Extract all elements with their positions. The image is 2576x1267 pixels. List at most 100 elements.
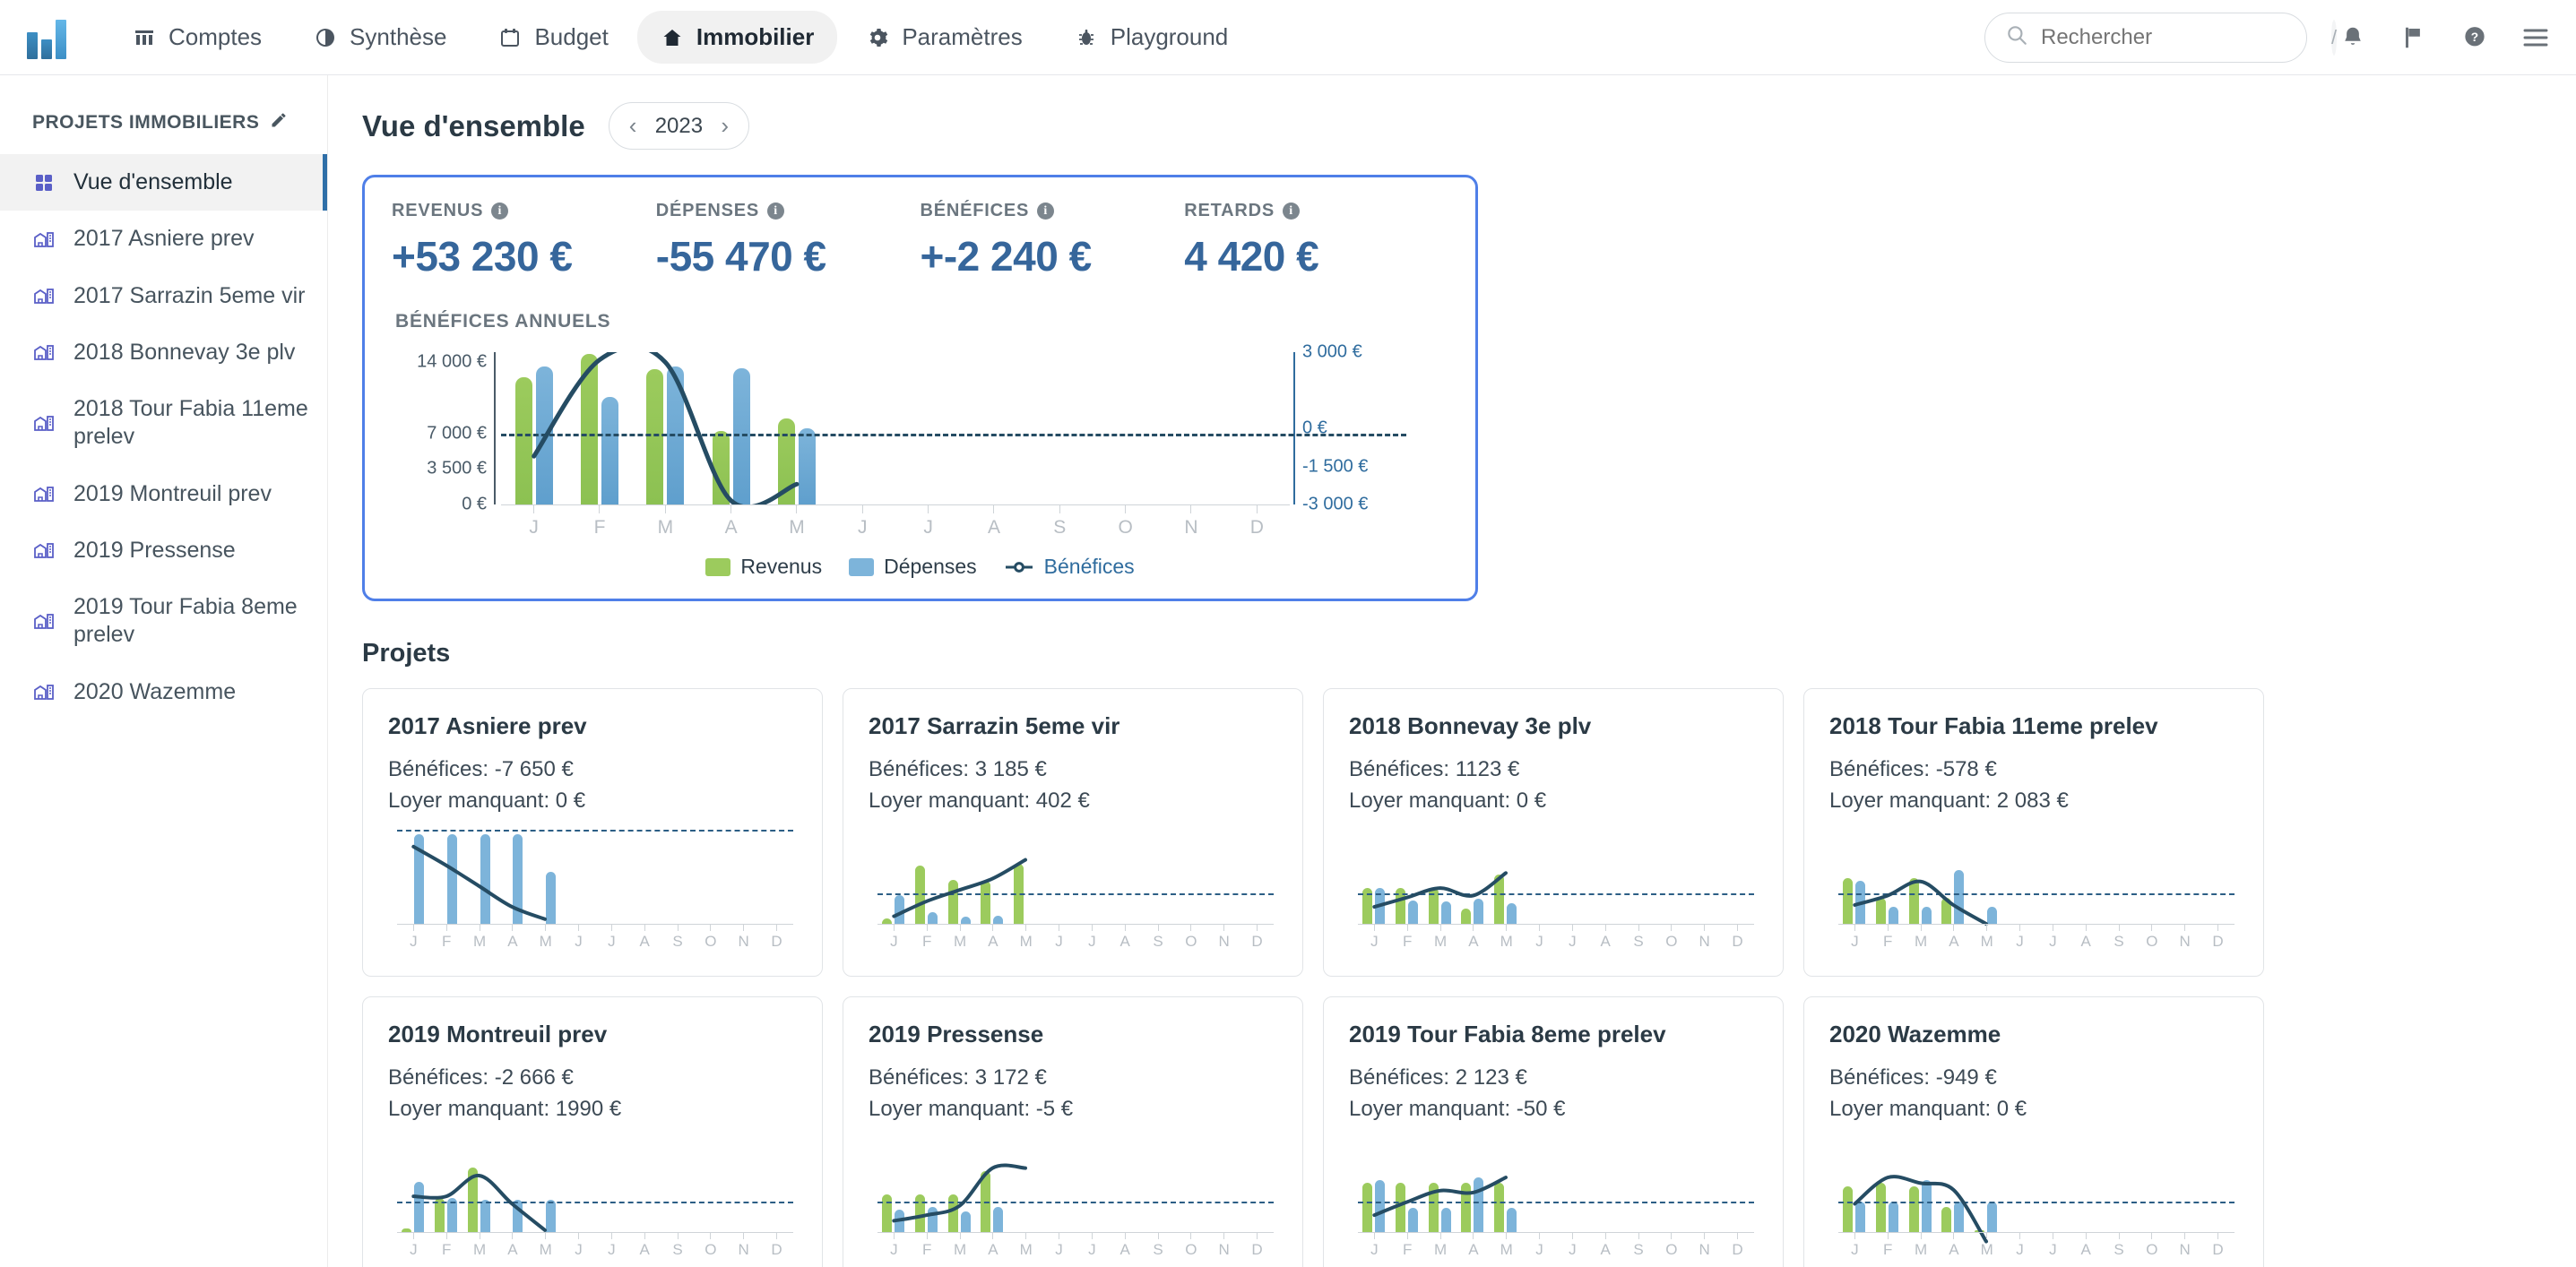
- axis-tick-label: 7 000 €: [427, 423, 487, 444]
- sidebar-item-2019-tour-fabia-8eme-prelev[interactable]: 2019 Tour Fabia 8eme prelev: [0, 579, 327, 664]
- mini-x-tick: M: [463, 925, 497, 951]
- project-loyer-manquant: Loyer manquant: -5 €: [869, 1094, 1277, 1125]
- bell-icon[interactable]: [2338, 22, 2368, 53]
- sidebar-item-2019-pressense[interactable]: 2019 Pressense: [0, 522, 327, 579]
- mini-x-tick: J: [877, 1233, 911, 1259]
- project-card[interactable]: 2019 Tour Fabia 8eme prelev Bénéfices: 2 …: [1323, 996, 1784, 1267]
- kpi-label-text: DÉPENSES: [656, 201, 759, 221]
- sidebar-item-label: 2019 Pressense: [73, 537, 236, 565]
- mini-x-tick: J: [1358, 925, 1391, 951]
- search-box[interactable]: /: [1984, 13, 2307, 63]
- project-card[interactable]: 2017 Sarrazin 5eme virBénéfices: 3 185 €…: [843, 688, 1303, 977]
- mini-x-tick: J: [1523, 1233, 1556, 1259]
- mini-x-tick: F: [1391, 1233, 1424, 1259]
- projects-section-title: Projets: [362, 639, 2537, 668]
- mini-x-axis: JFMAMJJASOND: [1838, 924, 2235, 951]
- project-card[interactable]: 2019 PressenseBénéfices: 3 172 €Loyer ma…: [843, 996, 1303, 1267]
- project-card-title: 2019 Tour Fabia 8eme prelev: [1349, 1021, 1758, 1048]
- project-mini-chart: JFMAMJJASOND: [1829, 830, 2238, 946]
- app-logo[interactable]: [27, 16, 75, 59]
- project-card[interactable]: 2018 Tour Fabia 11eme prelevBénéfices: -…: [1803, 688, 2264, 977]
- mini-x-axis: JFMAMJJASOND: [397, 924, 793, 951]
- sidebar-item-2017-asniere-prev[interactable]: 2017 Asniere prev: [0, 211, 327, 267]
- legend-item-depenses[interactable]: Dépenses: [849, 555, 977, 579]
- sidebar-item-2019-montreuil-prev[interactable]: 2019 Montreuil prev: [0, 466, 327, 522]
- year-selector[interactable]: ‹ 2023 ›: [609, 102, 749, 150]
- sidebar-item-2018-bonnevay-3e-plv[interactable]: 2018 Bonnevay 3e plv: [0, 324, 327, 381]
- info-icon[interactable]: i: [491, 203, 508, 220]
- project-card-title: 2018 Tour Fabia 11eme prelev: [1829, 712, 2238, 740]
- nav-item-playground[interactable]: Playground: [1051, 11, 1252, 64]
- mini-x-tick: M: [529, 925, 562, 951]
- help-icon[interactable]: ?: [2459, 22, 2490, 53]
- mini-x-tick: N: [1207, 1233, 1240, 1259]
- chevron-left-icon[interactable]: ‹: [629, 112, 637, 140]
- project-card-title: 2019 Pressense: [869, 1021, 1277, 1048]
- mini-x-tick: A: [1589, 925, 1622, 951]
- project-card[interactable]: 2017 Asniere prevBénéfices: -7 650 €Loye…: [362, 688, 823, 977]
- project-mini-chart: JFMAMJJASOND: [869, 830, 1277, 946]
- hamburger-menu-icon[interactable]: [2520, 22, 2551, 53]
- flag-icon[interactable]: [2399, 22, 2429, 53]
- x-axis-tick: J: [895, 505, 961, 539]
- legend-item-revenus[interactable]: Revenus: [705, 555, 822, 579]
- mini-plot-area: [1838, 830, 2235, 924]
- summary-panel[interactable]: REVENUS i +53 230 € DÉPENSES i -55 470 €…: [362, 175, 1478, 601]
- kpi-value: +53 230 €: [392, 232, 656, 280]
- mini-x-tick: N: [1688, 1233, 1721, 1259]
- kpi-retards: RETARDS i 4 420 €: [1184, 201, 1448, 280]
- kpi-label-text: RETARDS: [1184, 201, 1275, 221]
- nav-item-synthese[interactable]: Synthèse: [290, 11, 470, 64]
- mini-x-tick: O: [1655, 1233, 1688, 1259]
- info-icon[interactable]: i: [1037, 203, 1054, 220]
- mini-x-tick: D: [1721, 925, 1754, 951]
- chart-x-axis: JFMAMJJASOND: [501, 504, 1290, 539]
- mini-plot-area: [1358, 830, 1754, 924]
- x-axis-tick: M: [764, 505, 829, 539]
- mini-x-tick: A: [1937, 925, 1970, 951]
- sidebar-item-2017-sarrazin-5eme-vir[interactable]: 2017 Sarrazin 5eme vir: [0, 268, 327, 324]
- nav-item-immobilier[interactable]: Immobilier: [637, 11, 837, 64]
- project-card-title: 2017 Asniere prev: [388, 712, 797, 740]
- project-benefices: Bénéfices: -949 €: [1829, 1063, 2238, 1094]
- legend-item-benefices[interactable]: Bénéfices: [1004, 555, 1135, 579]
- mini-x-tick: J: [1042, 925, 1076, 951]
- nav-item-comptes[interactable]: Comptes: [109, 11, 285, 64]
- sidebar-item-label: Vue d'ensemble: [73, 168, 233, 196]
- line-marker-icon: [1004, 555, 1034, 579]
- mini-x-tick: A: [976, 1233, 1009, 1259]
- project-card[interactable]: 2020 WazemmeBénéfices: -949 €Loyer manqu…: [1803, 996, 2264, 1267]
- search-input[interactable]: [2041, 25, 2319, 50]
- sidebar-item-vue-densemble[interactable]: Vue d'ensemble: [0, 154, 327, 211]
- sidebar-item-2018-tour-fabia-11eme-prelev[interactable]: 2018 Tour Fabia 11eme prelev: [0, 381, 327, 466]
- info-icon[interactable]: i: [767, 203, 784, 220]
- mini-x-tick: A: [628, 1233, 661, 1259]
- project-card-title: 2017 Sarrazin 5eme vir: [869, 712, 1277, 740]
- sidebar-item-2020-wazemme[interactable]: 2020 Wazemme: [0, 664, 327, 720]
- nav-item-parametres[interactable]: Paramètres: [843, 11, 1045, 64]
- mini-plot-area: [397, 830, 793, 924]
- main-nav-items: Comptes Synthèse Budget Immobilier Param…: [109, 11, 1251, 64]
- mini-x-tick: A: [1109, 1233, 1142, 1259]
- chevron-right-icon[interactable]: ›: [721, 112, 729, 140]
- mini-x-tick: S: [2103, 925, 2136, 951]
- building-icon: [30, 226, 57, 253]
- project-card[interactable]: 2019 Montreuil prevBénéfices: -2 666 €Lo…: [362, 996, 823, 1267]
- nav-item-budget[interactable]: Budget: [475, 11, 631, 64]
- pencil-icon[interactable]: [270, 111, 288, 134]
- project-benefices: Bénéfices: 2 123 €: [1349, 1063, 1758, 1094]
- mini-x-tick: J: [595, 925, 628, 951]
- gear-icon: [866, 26, 889, 49]
- info-icon[interactable]: i: [1283, 203, 1300, 220]
- mini-x-tick: A: [2070, 925, 2103, 951]
- mini-x-tick: M: [1490, 925, 1523, 951]
- mini-plot-area: [1838, 1138, 2235, 1232]
- project-card[interactable]: 2018 Bonnevay 3e plvBénéfices: 1123 €Loy…: [1323, 688, 1784, 977]
- mini-x-tick: D: [1240, 925, 1274, 951]
- x-axis-tick: F: [566, 505, 632, 539]
- kpi-label-text: BÉNÉFICES: [921, 201, 1030, 221]
- chart-legend: Revenus Dépenses Bénéfices: [392, 555, 1448, 579]
- calendar-icon: [498, 26, 522, 49]
- mini-x-tick: J: [2003, 1233, 2036, 1259]
- mini-x-axis: JFMAMJJASOND: [877, 1232, 1274, 1259]
